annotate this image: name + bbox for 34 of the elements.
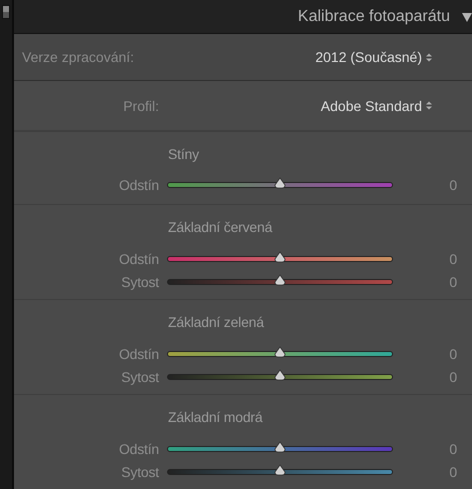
- slider-thumb[interactable]: [274, 346, 286, 358]
- slider-value: 0: [449, 346, 457, 362]
- section-title: Základní zelená: [168, 314, 265, 330]
- value-dropdown[interactable]: 2012 (Současné): [315, 49, 432, 65]
- slider-label: Odstín: [118, 176, 159, 192]
- slider-value: 0: [449, 368, 457, 384]
- slider-label: Odstín: [118, 346, 159, 362]
- up-down-arrows-icon: [426, 52, 432, 62]
- up-down-arrows-icon: [426, 101, 432, 110]
- slider-label: Odstín: [118, 250, 159, 266]
- slider-label: Odstín: [118, 440, 159, 456]
- slider-thumb[interactable]: [274, 368, 286, 380]
- slider-value: 0: [449, 440, 457, 456]
- setting-label: Profil:: [122, 98, 159, 114]
- slider-value: 0: [449, 464, 457, 480]
- slider-label: Sytost: [120, 274, 159, 290]
- slider-thumb[interactable]: [274, 440, 286, 452]
- section-title: Základní červená: [168, 219, 274, 235]
- slider-thumb[interactable]: [274, 176, 286, 188]
- slider-thumb[interactable]: [274, 274, 286, 286]
- section-title: Stíny: [168, 146, 200, 162]
- slider-value: 0: [449, 274, 457, 290]
- slider-thumb[interactable]: [274, 250, 286, 262]
- slider-value: 0: [449, 176, 457, 192]
- collapse-triangle-icon[interactable]: [462, 12, 472, 22]
- panel-switch[interactable]: [2, 5, 10, 19]
- slider-value: 0: [449, 250, 457, 266]
- slider-label: Sytost: [120, 464, 159, 480]
- slider-label: Sytost: [120, 368, 159, 384]
- section-title: Základní modrá: [168, 409, 264, 425]
- setting-label: Verze zpracování:: [21, 49, 134, 65]
- panel-title: Kalibrace fotoaparátu: [298, 8, 450, 26]
- value-dropdown[interactable]: Adobe Standard: [320, 98, 432, 114]
- slider-thumb[interactable]: [274, 464, 286, 476]
